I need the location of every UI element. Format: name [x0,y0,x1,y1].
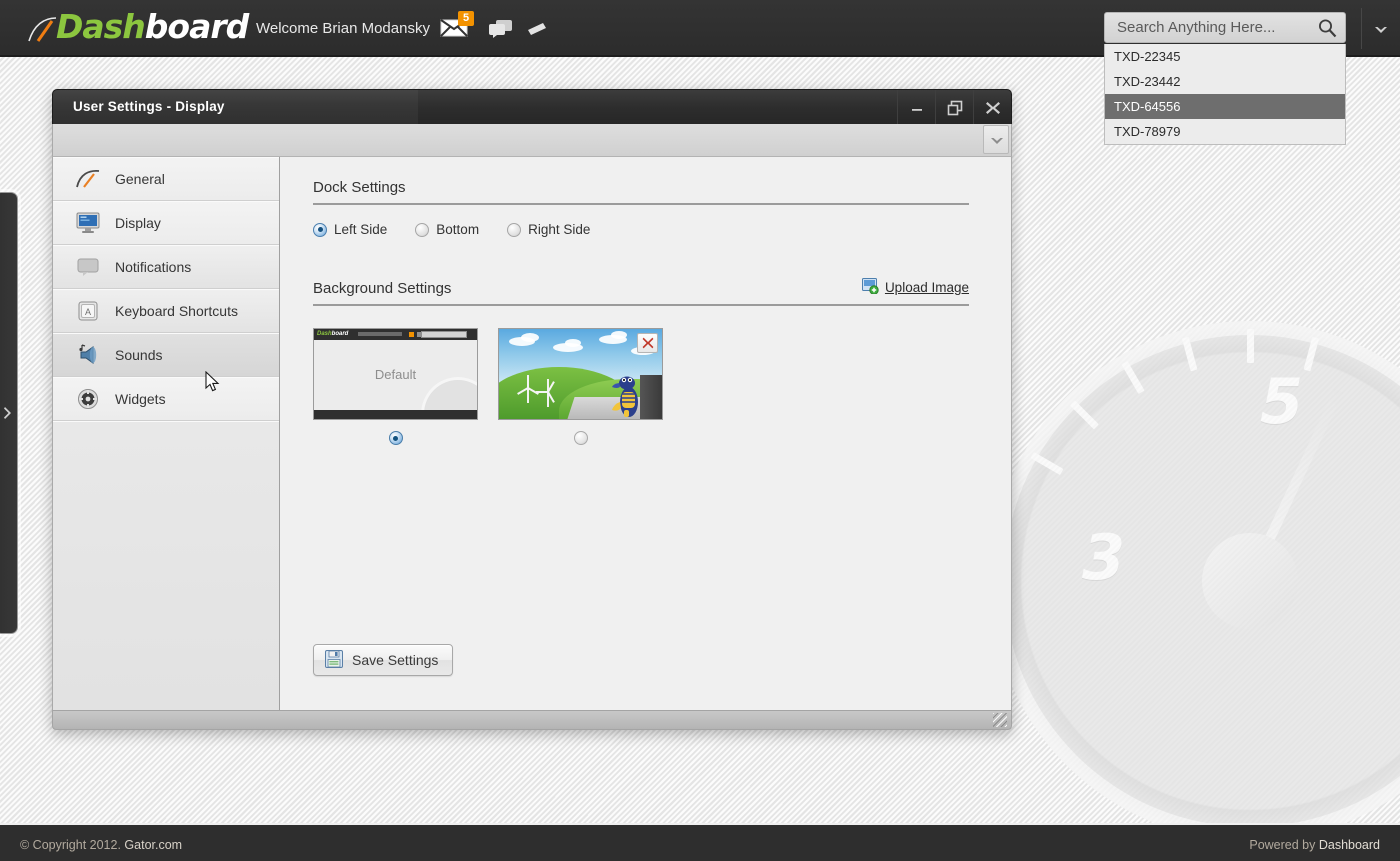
radio-indicator[interactable] [313,222,327,237]
save-settings-button[interactable]: Save Settings [313,644,454,676]
gauge-icon [75,167,101,191]
search-result-item[interactable]: TXD-22345 [1105,44,1345,69]
speaker-icon [75,343,101,367]
monitor-icon [75,211,101,235]
logo-text-main: board [144,7,249,46]
radio-indicator[interactable] [415,222,430,237]
sidebar-item-widgets[interactable]: Widgets [53,377,279,421]
floppy-save-icon [325,649,343,671]
background-thumbnail-nature[interactable] [498,328,663,445]
left-dock-panel[interactable] [0,192,18,634]
background-settings-section: Background Settings Upload Image Dashboa… [313,278,969,445]
sidebar-item-label: Widgets [115,391,166,407]
user-settings-window[interactable]: User Settings - Display General Display … [52,89,1012,730]
sidebar-item-label: Notifications [115,259,192,275]
logo-text-accent: Dash [56,7,146,46]
dock-option-label: Left Side [334,222,388,237]
wind-turbine-icon [536,371,555,407]
window-toolbar [52,124,1012,157]
close-icon[interactable] [973,90,1011,125]
search-results-dropdown[interactable]: TXD-22345 TXD-23442 TXD-64556 TXD-78979 [1104,44,1346,145]
dock-option-bottom[interactable]: Bottom [415,222,479,237]
footer-powered-brand[interactable]: Dashboard [1319,838,1380,852]
page-footer: © Copyright 2012. Gator.com Powered by D… [0,823,1400,861]
window-statusbar [52,710,1012,730]
thumbnail-image-default[interactable]: Dashboard Default [313,328,478,420]
mail-badge: 5 [458,11,475,26]
thumbnail-image-nature[interactable] [498,328,663,420]
sidebar-item-notifications[interactable]: Notifications [53,245,279,289]
background-settings-title: Background Settings [313,280,452,297]
save-settings-label: Save Settings [352,652,439,668]
sidebar-item-label: Display [115,215,161,231]
thumbnail-radio-nature[interactable] [573,431,588,445]
window-titlebar[interactable]: User Settings - Display [52,89,1012,125]
search-box[interactable] [1104,12,1346,43]
footer-copyright-prefix: © Copyright 2012. [20,838,125,852]
chevron-down-icon[interactable] [1374,22,1388,33]
search-result-item[interactable]: TXD-78979 [1105,119,1345,144]
header-divider [1361,8,1362,49]
restore-icon[interactable] [935,90,973,125]
dock-option-label: Bottom [436,222,480,237]
background-thumbnail-row: Dashboard Default [313,328,969,445]
gauge-watermark: 3 5 [990,321,1400,841]
sidebar-item-keyboard-shortcuts[interactable]: A Keyboard Shortcuts [53,289,279,333]
svg-text:A: A [85,307,91,317]
window-title: User Settings - Display [73,99,225,114]
sidebar-item-label: General [115,171,165,187]
thumbnail-header-bar: Dashboard [314,329,477,340]
dock-option-right-side[interactable]: Right Side [507,222,590,237]
thumbnail-radio-default[interactable] [388,431,403,445]
chat-bubbles-icon[interactable] [489,20,513,43]
resize-grip[interactable] [993,713,1007,727]
window-body: General Display Notifications A Keyboard… [52,157,1012,711]
footer-powered-prefix: Powered by [1249,838,1319,852]
dock-option-label: Right Side [528,222,591,237]
upload-image-link[interactable]: Upload Image [861,278,969,297]
sidebar-item-general[interactable]: General [53,157,279,201]
thumbnail-label-default: Default [374,367,417,382]
mouse-cursor [205,370,221,398]
search-icon[interactable] [1317,18,1337,38]
search-result-item-selected[interactable]: TXD-64556 [1105,94,1345,119]
search-input[interactable] [1115,13,1310,42]
thumbnail-footer-bar [314,410,477,419]
search-result-item[interactable]: TXD-23442 [1105,69,1345,94]
settings-content: Dock Settings Left Side Bottom Right Sid… [280,157,1011,710]
app-logo[interactable]: Dashboard [28,7,249,46]
keycap-icon: A [75,299,101,323]
sidebar-item-label: Sounds [115,347,163,363]
sidebar-item-sounds[interactable]: Sounds [53,333,279,377]
dock-option-left-side[interactable]: Left Side [313,222,387,237]
sidebar-item-display[interactable]: Display [53,201,279,245]
widgets-icon [75,387,101,411]
tag-icon[interactable] [526,22,548,41]
sidebar-filler [53,421,279,711]
welcome-text: Welcome Brian Modansky [256,20,430,37]
logo-swoosh-icon [28,12,58,42]
upload-image-icon [861,278,879,297]
background-thumbnail-default[interactable]: Dashboard Default [313,328,478,445]
thumbnail-mini-logo: Dashboard [317,331,349,337]
wind-turbine-icon [517,367,539,405]
dock-settings-heading: Dock Settings [313,179,969,205]
speech-icon [75,255,101,279]
radio-indicator[interactable] [507,222,522,237]
dock-position-radio-group: Left Side Bottom Right Side [313,222,969,237]
chevron-right-icon[interactable] [3,406,13,420]
sidebar-item-label: Keyboard Shortcuts [115,303,238,319]
footer-copyright: © Copyright 2012. Gator.com [20,838,182,852]
background-settings-heading: Background Settings Upload Image [313,278,969,306]
toolbar-dropdown-button[interactable] [983,125,1009,154]
footer-powered-by: Powered by Dashboard [1249,838,1380,852]
upload-image-label: Upload Image [884,280,969,295]
minimize-icon[interactable] [897,90,935,125]
footer-copyright-brand[interactable]: Gator.com [124,838,182,852]
delete-x-icon[interactable] [637,333,658,353]
settings-sidebar: General Display Notifications A Keyboard… [53,157,280,711]
gator-mascot-icon [610,372,644,418]
